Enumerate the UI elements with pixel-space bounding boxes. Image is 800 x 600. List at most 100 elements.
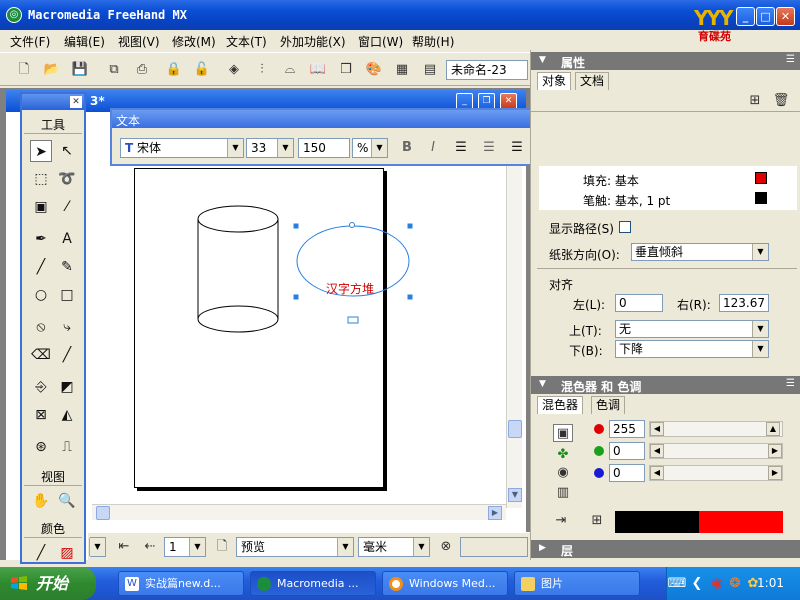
properties-panel-header[interactable]: ▼ 属性 ☰ [531, 52, 800, 70]
font-select[interactable]: T 宋体 ▼ [120, 138, 244, 158]
page-number-field[interactable]: 1 ▼ [164, 537, 206, 557]
hls-mode-icon[interactable]: ◉ [553, 464, 573, 482]
panel-menu-icon[interactable]: ☰ [786, 54, 795, 65]
red-value-input[interactable]: 255 [609, 420, 645, 438]
export-icon[interactable]: ⎙ [132, 61, 152, 79]
line-tool-icon[interactable]: ╱ [30, 256, 52, 278]
preview-mode-select[interactable]: 预览 ▼ [236, 537, 354, 557]
freeform-tool-icon[interactable]: ⦸ [30, 316, 52, 338]
blend-tool-icon[interactable]: ⊛ [30, 436, 52, 458]
grid-icon[interactable]: ▦ [392, 61, 412, 79]
trace-tool-icon[interactable]: ▣ [30, 196, 52, 218]
taskbar-item-word[interactable]: W 实战篇new.d... [118, 571, 244, 596]
slider-thumb[interactable]: ▲ [766, 422, 780, 436]
green-value-input[interactable]: 0 [609, 442, 645, 460]
slider-left-arrow[interactable]: ◀ [650, 444, 664, 458]
tab-object[interactable]: 对象 [537, 72, 572, 90]
rgb-mode-icon[interactable]: ✤ [553, 446, 573, 464]
library-icon[interactable]: 📖 [308, 61, 328, 79]
left-margin-input[interactable]: 0 [615, 294, 663, 312]
menu-help[interactable]: 帮助(H) [412, 33, 454, 50]
page-tool-icon[interactable]: ⬚ [30, 168, 52, 190]
save-icon[interactable]: 💾 [70, 61, 90, 79]
tray-expand-icon[interactable]: ❮ [687, 575, 707, 593]
envelope-tool-icon[interactable]: ⊠ [30, 404, 52, 426]
slider-left-arrow[interactable]: ◀ [650, 466, 664, 480]
mirror-tool-icon[interactable]: ◭ [56, 404, 78, 426]
blue-slider[interactable]: ◀ ▶ [649, 465, 783, 481]
fill-label[interactable]: 填充: 基本 [583, 172, 639, 189]
horizontal-scale-input[interactable]: 150 [298, 138, 350, 158]
menu-window[interactable]: 窗口(W) [358, 33, 403, 50]
transform-icon[interactable]: ⌓ [280, 61, 300, 79]
menu-file[interactable]: 文件(F) [10, 33, 50, 50]
align-right-icon[interactable]: ☰ [506, 139, 528, 157]
new-file-icon[interactable]: 🗋 [14, 61, 34, 79]
vertical-scroll-thumb[interactable] [508, 420, 522, 438]
blue-value-input[interactable]: 0 [609, 464, 645, 482]
unlock-icon[interactable]: 🔓 [192, 61, 212, 79]
menu-edit[interactable]: 编辑(E) [64, 33, 105, 50]
first-page-icon[interactable]: ⇤ [114, 538, 134, 556]
panel-menu-icon[interactable]: ☰ [786, 378, 795, 389]
layers-icon[interactable]: ▤ [420, 61, 440, 79]
pencil-tool-icon[interactable]: ✎ [56, 256, 78, 278]
cancel-render-icon[interactable]: ⊗ [436, 538, 456, 556]
import-icon[interactable]: ⧉ [104, 61, 124, 79]
horizontal-scrollbar[interactable]: ▶ [92, 504, 506, 520]
stroke-label[interactable]: 笔触: 基本, 1 pt [583, 192, 670, 209]
close-button[interactable]: ✕ [776, 7, 795, 26]
document-selector[interactable]: 未命名-23 [446, 60, 528, 80]
layers-panel-header[interactable]: ▶ 层 [531, 540, 800, 558]
messenger-icon[interactable]: ❂ [725, 575, 745, 593]
menu-text[interactable]: 文本(T) [226, 33, 267, 50]
text-on-path[interactable]: 汉字方堆 [326, 280, 374, 297]
lasso-tool-icon[interactable]: ➰ [56, 168, 78, 190]
maximize-button[interactable]: □ [756, 7, 775, 26]
taskbar-item-freehand[interactable]: Macromedia ... [250, 571, 376, 596]
menu-xtras[interactable]: 外加功能(X) [280, 33, 346, 50]
swatch-grid-icon[interactable]: ⊞ [587, 512, 607, 530]
group-icon[interactable]: ◈ [224, 61, 244, 79]
taskbar-item-media-player[interactable]: Windows Med... [382, 571, 508, 596]
italic-icon[interactable]: I [422, 139, 444, 157]
keyboard-icon[interactable]: ⌨ [667, 575, 687, 593]
mixer-panel-header[interactable]: ▼ 混色器 和 色调 ☰ [531, 376, 800, 394]
add-to-swatches-icon[interactable]: ⇥ [551, 512, 571, 530]
pointer-tool-icon[interactable]: ➤ [30, 140, 52, 162]
scale-unit-select[interactable]: % ▼ [352, 138, 388, 158]
trash-icon[interactable]: 🗑 [771, 92, 791, 110]
align-left-icon[interactable]: ☰ [450, 139, 472, 157]
open-folder-icon[interactable]: 📂 [42, 61, 62, 79]
menu-modify[interactable]: 修改(M) [172, 33, 216, 50]
hand-tool-icon[interactable]: ✋ [30, 490, 52, 512]
slider-left-arrow[interactable]: ◀ [650, 422, 664, 436]
page-prev-dropdown[interactable]: ▼ [89, 537, 106, 557]
rectangle-tool-icon[interactable]: □ [56, 284, 78, 306]
system-color-icon[interactable]: ▥ [553, 484, 573, 502]
scroll-right-arrow[interactable]: ▶ [488, 506, 502, 520]
cmyk-mode-icon[interactable]: ▣ [553, 424, 573, 442]
text-tool-icon[interactable]: A [56, 228, 78, 250]
tools-panel-title-bar[interactable]: ✕ [22, 94, 84, 110]
horizontal-scroll-thumb[interactable] [96, 506, 110, 520]
units-select[interactable]: 毫米 ▼ [358, 537, 430, 557]
bold-icon[interactable]: B [396, 139, 418, 157]
eyedropper-tool-icon[interactable]: ⁄ [56, 196, 78, 218]
tab-mixer[interactable]: 混色器 [537, 396, 584, 414]
connector-tool-icon[interactable]: ⎍ [56, 436, 78, 458]
align-center-icon[interactable]: ☰ [478, 139, 500, 157]
stroke-swatch[interactable] [755, 192, 767, 204]
green-slider[interactable]: ◀ ▶ [649, 443, 783, 459]
symbol-icon[interactable]: ❒ [336, 61, 356, 79]
tab-document[interactable]: 文档 [575, 72, 610, 90]
fill-swatch[interactable] [755, 172, 767, 184]
font-size-select[interactable]: 33 ▼ [246, 138, 294, 158]
tab-tints[interactable]: 色调 [591, 396, 626, 414]
antivirus-icon[interactable]: ◉ [707, 575, 727, 593]
pen-tool-icon[interactable]: ✒ [30, 228, 52, 250]
new-item-icon[interactable]: ⊞ [745, 92, 765, 110]
taskbar-item-pictures[interactable]: 图片 [514, 571, 640, 596]
page-icon[interactable]: 🗋 [212, 538, 232, 556]
vertical-scrollbar[interactable]: ▼ [506, 130, 522, 508]
